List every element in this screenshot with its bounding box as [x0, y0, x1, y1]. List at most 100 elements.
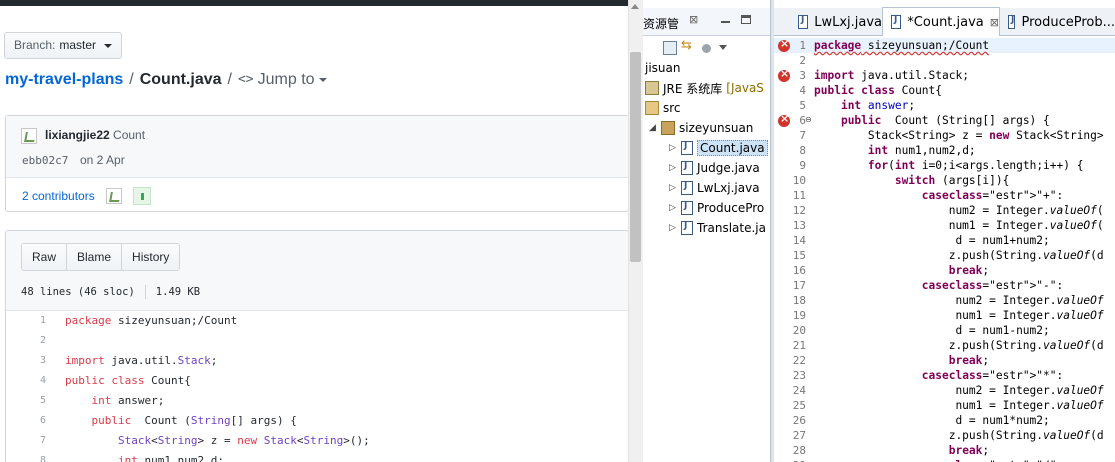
code-text: caseclass="estr">"*":: [921, 369, 1064, 382]
code-text: d = num1+num2;: [814, 234, 1050, 247]
file-label: Translate.ja: [697, 221, 766, 235]
code-line: 18 num2 = Integer.valueOf: [774, 293, 1115, 308]
minimize-icon[interactable]: [721, 21, 730, 23]
code-line: 27 z.push(String.valueOf(d: [774, 428, 1115, 443]
tree-node-src[interactable]: src: [645, 98, 681, 118]
eclipse-ide: 资源管 ⊠ jisuan JRE 系统库 [JavaS src: [643, 0, 1115, 462]
code-line: 23 caseclass="estr">"*":: [774, 368, 1115, 383]
link-with-editor-icon[interactable]: [681, 38, 695, 55]
github-file-view: Branch: master my-travel-plans / Count.j…: [0, 0, 643, 462]
tab-label: ProduceProb...: [1021, 14, 1115, 30]
fold-toggle-icon[interactable]: ⊖: [805, 115, 812, 124]
project-label: jisuan: [645, 61, 681, 75]
avatar[interactable]: [21, 128, 37, 144]
code-line: 28 break;: [774, 443, 1115, 458]
contributor-avatar[interactable]: [133, 187, 151, 205]
editor-tab[interactable]: LwLxj.java: [790, 8, 882, 36]
close-icon[interactable]: ⊠: [990, 16, 999, 29]
line-number[interactable]: 3: [6, 351, 50, 371]
code-line: 25 num1 = Integer.valueOf: [774, 398, 1115, 413]
line-number[interactable]: 5: [6, 391, 50, 411]
commit-sha[interactable]: ebb02c7: [22, 154, 68, 167]
close-icon[interactable]: ⊠: [689, 13, 698, 26]
breadcrumb-separator: /: [129, 71, 134, 88]
collapsed-triangle-icon[interactable]: ▷: [669, 143, 677, 153]
java-file-icon: [681, 161, 693, 175]
view-menu-icon[interactable]: [717, 41, 727, 55]
breadcrumb-separator: /: [227, 71, 232, 88]
editor-tab-active[interactable]: *Count.java ⊠: [882, 7, 1000, 36]
raw-button[interactable]: Raw: [22, 244, 68, 270]
code-text: import java.util.Stack;: [814, 69, 969, 82]
tree-node-file[interactable]: ▷ ProducePro: [669, 198, 764, 218]
code-text: z.push(String.valueOf(d: [814, 249, 1104, 262]
code-text: import java.util.Stack;: [65, 354, 218, 367]
commit-author[interactable]: lixiangjie22 Count: [45, 128, 145, 142]
code-line: 9 for(int i=0;i<args.length;i++) {: [774, 158, 1115, 173]
code-line: 7 Stack<String> z = new Stack<String>();: [6, 431, 628, 451]
commit-date: on 2 Apr: [80, 153, 125, 167]
code-text: num2 = Integer.valueOf: [814, 294, 1104, 307]
tree-node-package[interactable]: ◢ sizeyunsuan: [649, 118, 753, 138]
branch-name: master: [59, 38, 97, 52]
code-text: caseclass="estr">"+":: [921, 189, 1064, 202]
scroll-up-arrow-icon[interactable]: [631, 4, 639, 9]
code-text: d = num1-num2;: [814, 324, 1050, 337]
package-explorer: 资源管 ⊠ jisuan JRE 系统库 [JavaS src: [643, 0, 770, 462]
code-text: int answer;: [91, 394, 165, 407]
file-content-box: Raw Blame History 48 lines (46 sloc) 1.4…: [5, 230, 629, 462]
line-count: 48 lines (46 sloc): [21, 286, 135, 298]
commit-message[interactable]: Count: [113, 128, 145, 142]
code-text: num2 = Integer.valueOf(: [814, 204, 1104, 217]
code-line: 19 num1 = Integer.valueOf: [774, 308, 1115, 323]
collapsed-triangle-icon[interactable]: ▷: [669, 223, 677, 233]
blame-button[interactable]: Blame: [67, 244, 123, 270]
divider: [144, 285, 146, 299]
caret-down-icon: [318, 78, 327, 82]
history-button[interactable]: History: [122, 244, 180, 270]
collapsed-triangle-icon[interactable]: ▷: [669, 183, 677, 193]
line-number[interactable]: 7: [6, 431, 50, 451]
tree-node-file[interactable]: ▷ LwLxj.java: [669, 178, 760, 198]
tree-node-file[interactable]: ▷ Judge.java: [669, 158, 760, 178]
collapsed-triangle-icon[interactable]: ▷: [669, 163, 677, 173]
editor-tab[interactable]: ProduceProb...: [1000, 8, 1115, 36]
error-marker-icon[interactable]: [778, 112, 790, 127]
contributor-avatar[interactable]: [106, 188, 122, 204]
collapse-all-icon[interactable]: [663, 41, 677, 55]
error-marker-icon[interactable]: [778, 37, 790, 52]
line-number[interactable]: 6: [6, 411, 50, 431]
code-line: 15 z.push(String.valueOf(d: [774, 248, 1115, 263]
jre-label: JRE 系统库: [663, 81, 723, 96]
error-marker-icon[interactable]: [778, 67, 790, 82]
maximize-icon[interactable]: [741, 15, 751, 24]
tree-node-file[interactable]: ▷ Translate.ja: [669, 218, 766, 238]
line-number[interactable]: 1: [6, 311, 50, 331]
line-number[interactable]: 8: [6, 451, 50, 462]
explorer-tab[interactable]: 资源管: [643, 15, 679, 32]
tree-node-jre[interactable]: JRE 系统库 [JavaS: [645, 78, 764, 98]
code-line: 11 caseclass="estr">"+":: [774, 188, 1115, 203]
src-label: src: [663, 101, 681, 115]
code-line: 10 switch (args[i]){: [774, 173, 1115, 188]
java-file-icon: [681, 181, 693, 195]
contributors-link[interactable]: 2 contributors: [22, 189, 95, 203]
collapsed-triangle-icon[interactable]: ▷: [669, 203, 677, 213]
java-file-icon: [681, 141, 693, 155]
jump-to-menu[interactable]: <> Jump to: [238, 70, 327, 90]
editor-gutter: ⊖: [774, 37, 812, 462]
tab-label: LwLxj.java: [814, 14, 882, 30]
branch-select-button[interactable]: Branch: master: [4, 32, 123, 59]
author-name[interactable]: lixiangjie22: [45, 128, 110, 142]
repo-link[interactable]: my-travel-plans: [5, 70, 123, 90]
file-label: ProducePro: [697, 201, 765, 215]
tree-node-file[interactable]: ▷ Count.java: [669, 138, 768, 158]
commit-header: lixiangjie22 Count ebb02c7 on 2 Apr: [6, 116, 628, 178]
tree-node-project[interactable]: jisuan: [645, 58, 680, 78]
code-text: int num1,num2,d;: [867, 144, 976, 157]
line-number[interactable]: 4: [6, 371, 50, 391]
scrollbar-thumb[interactable]: [630, 52, 641, 262]
expanded-triangle-icon[interactable]: ◢: [649, 123, 657, 133]
sync-icon[interactable]: [699, 41, 713, 55]
line-number[interactable]: 2: [6, 331, 50, 351]
